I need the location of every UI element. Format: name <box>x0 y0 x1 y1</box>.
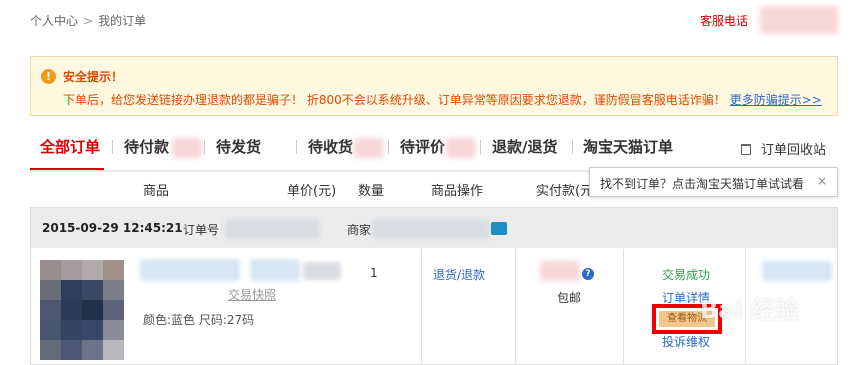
shipping-label: 包邮 <box>557 291 582 305</box>
column-quantity: 数量 <box>358 184 385 199</box>
watermark: Bai 经验 <box>700 296 800 324</box>
tab-all-orders[interactable]: 全部订单 <box>40 136 100 157</box>
tooltip-text: 找不到订单？点击淘宝天猫订单试试看 <box>600 177 805 191</box>
order-date: 2015-09-29 12:45:21 <box>42 221 183 235</box>
tab-pending-payment[interactable]: 待付款 <box>124 136 169 157</box>
chat-icon[interactable] <box>491 222 507 235</box>
column-divider <box>515 249 516 365</box>
tab-divider <box>296 140 297 154</box>
redacted-count <box>446 138 476 158</box>
breadcrumb-current: 我的订单 <box>98 14 147 28</box>
more-tips-link[interactable]: 更多防骗提示>> <box>730 93 822 107</box>
notice-text: 下单后，给您发送链接办理退款的都是骗子！ 折800不会以系统升级、订单异常等原因… <box>63 91 822 108</box>
tab-pending-shipment[interactable]: 待发货 <box>216 136 261 157</box>
tab-pending-review[interactable]: 待评价 <box>400 136 445 157</box>
refund-return-link[interactable]: 退货/退款 <box>433 266 485 283</box>
redacted-product-title <box>140 259 240 281</box>
close-icon[interactable]: × <box>817 174 827 188</box>
redacted-seller-name <box>372 219 490 239</box>
redacted-order-number <box>225 219 320 239</box>
order-quantity: 1 <box>370 266 378 280</box>
column-divider <box>421 249 422 365</box>
breadcrumb-home[interactable]: 个人中心 <box>30 14 78 28</box>
redacted-phone <box>760 6 838 34</box>
tab-refund-return[interactable]: 退款/退货 <box>492 136 557 157</box>
notice-body: 下单后，给您发送链接办理退款的都是骗子！ 折800不会以系统升级、订单异常等原因… <box>63 93 726 107</box>
redacted-product-title <box>250 259 300 281</box>
warning-icon: ! <box>41 69 56 84</box>
complaint-link[interactable]: 投诉维权 <box>662 333 710 350</box>
redacted-paid-amount <box>540 261 580 281</box>
tab-divider <box>572 140 573 154</box>
column-unit-price: 单价(元) <box>287 184 337 199</box>
column-operation: 商品操作 <box>431 184 484 199</box>
redacted-count <box>172 138 202 158</box>
seller-label: 商家 <box>347 223 372 237</box>
breadcrumb: 个人中心 > 我的订单 <box>30 12 146 29</box>
recycle-bin-label: 订单回收站 <box>761 143 827 158</box>
breadcrumb-separator: > <box>83 14 94 28</box>
column-product: 商品 <box>143 184 170 199</box>
column-divider <box>623 249 624 365</box>
redacted-count <box>354 138 384 158</box>
tab-divider <box>480 140 481 154</box>
order-status: 交易成功 <box>662 268 711 282</box>
tab-divider <box>388 140 389 154</box>
security-notice: ! 安全提示！ 下单后，给您发送链接办理退款的都是骗子！ 折800不会以系统升级… <box>30 56 838 116</box>
redacted-action <box>762 261 832 281</box>
tab-divider <box>112 140 113 154</box>
taobao-order-tooltip: 找不到订单？点击淘宝天猫订单试试看 × <box>589 167 838 197</box>
product-spec: 颜色:蓝色 尺码:27码 <box>143 313 255 327</box>
service-phone-label[interactable]: 客服电话 <box>700 12 748 29</box>
order-recycle-bin[interactable]: 订单回收站 <box>741 139 826 158</box>
trash-icon <box>741 144 751 155</box>
trade-snapshot-link[interactable]: 交易快照 <box>228 286 276 303</box>
active-tab-indicator <box>30 168 104 170</box>
help-icon[interactable]: ? <box>582 268 594 280</box>
redacted-unit-price <box>303 262 341 280</box>
tab-pending-receipt[interactable]: 待收货 <box>308 136 353 157</box>
order-number-label: 订单号 <box>183 223 220 237</box>
product-thumbnail[interactable] <box>40 260 124 360</box>
column-paid: 实付款(元 <box>536 184 594 199</box>
notice-title: 安全提示！ <box>63 70 124 84</box>
tab-divider <box>204 140 205 154</box>
tab-taobao-tmall-orders[interactable]: 淘宝天猫订单 <box>583 136 673 157</box>
